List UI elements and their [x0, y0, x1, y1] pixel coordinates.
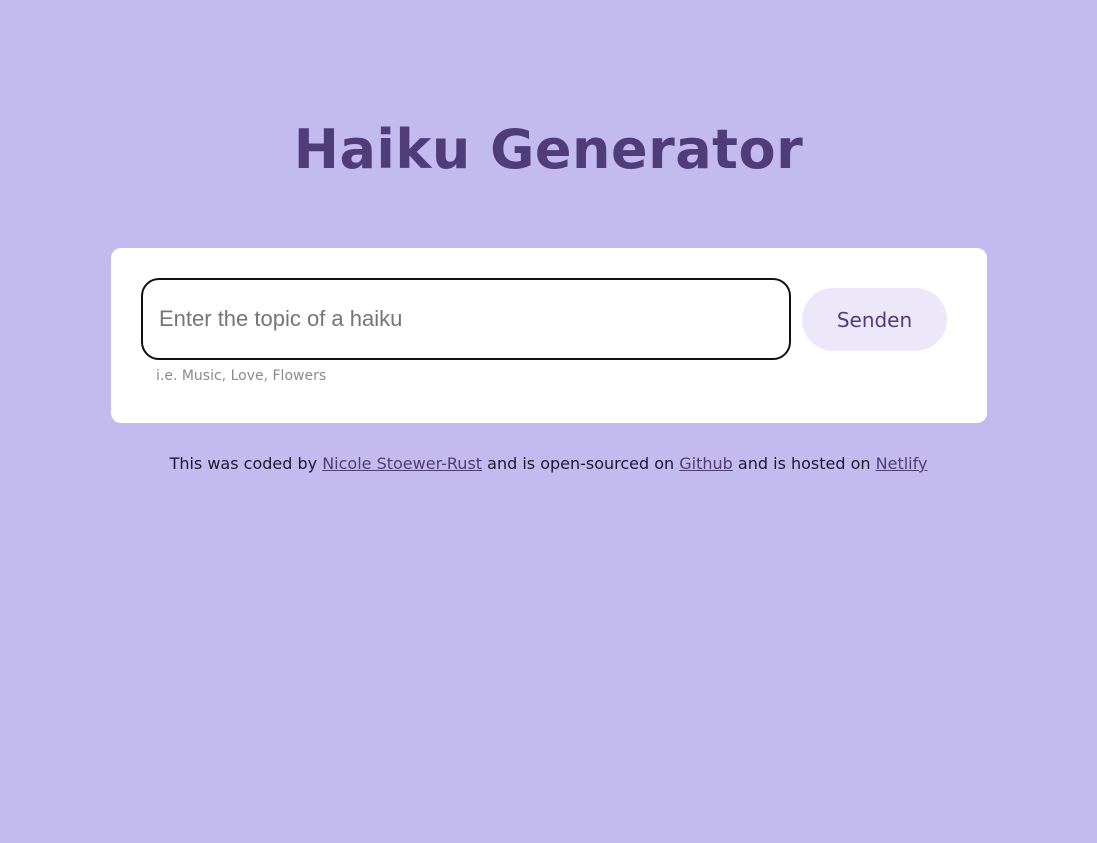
footer-text-open-sourced: and is open-sourced on	[482, 454, 680, 473]
author-link[interactable]: Nicole Stoewer-Rust	[322, 454, 482, 473]
input-hint: i.e. Music, Love, Flowers	[156, 368, 327, 384]
page-title: Haiku Generator	[293, 118, 804, 181]
footer: This was coded by Nicole Stoewer-Rust an…	[0, 454, 1097, 473]
footer-text-coded-by: This was coded by	[169, 454, 323, 473]
topic-input[interactable]	[141, 278, 791, 360]
footer-text-hosted: and is hosted on	[732, 454, 876, 473]
search-card: Senden i.e. Music, Love, Flowers	[111, 248, 987, 423]
submit-button[interactable]: Senden	[802, 288, 947, 351]
netlify-link[interactable]: Netlify	[876, 454, 928, 473]
github-link[interactable]: Github	[679, 454, 733, 473]
